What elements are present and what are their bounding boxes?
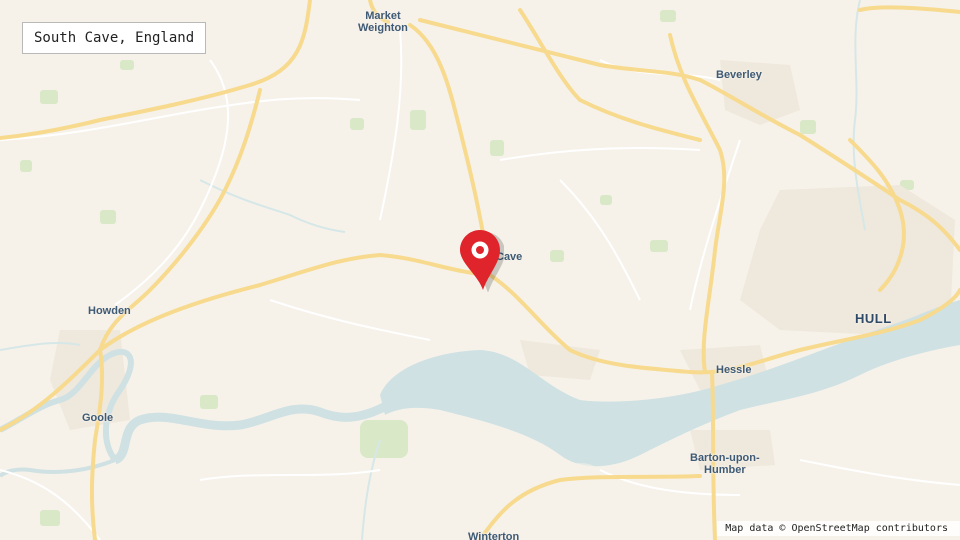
map-attribution[interactable]: Map data © OpenStreetMap contributors (717, 521, 960, 536)
label-beverley: Beverley (716, 69, 762, 81)
location-pin-icon[interactable] (458, 228, 504, 292)
map-title: South Cave, England (22, 22, 207, 54)
label-howden: Howden (88, 305, 131, 317)
map-view[interactable]: Market Weighton Beverley Howden Goole Ca… (0, 0, 960, 540)
label-hessle: Hessle (716, 364, 752, 376)
label-winterton: Winterton (468, 531, 520, 540)
label-market-weighton: Market Weighton (358, 10, 408, 34)
label-hull: HULL (855, 311, 892, 326)
label-barton-upon-humber: Barton-upon- Humber (690, 452, 760, 476)
label-goole: Goole (82, 412, 114, 424)
